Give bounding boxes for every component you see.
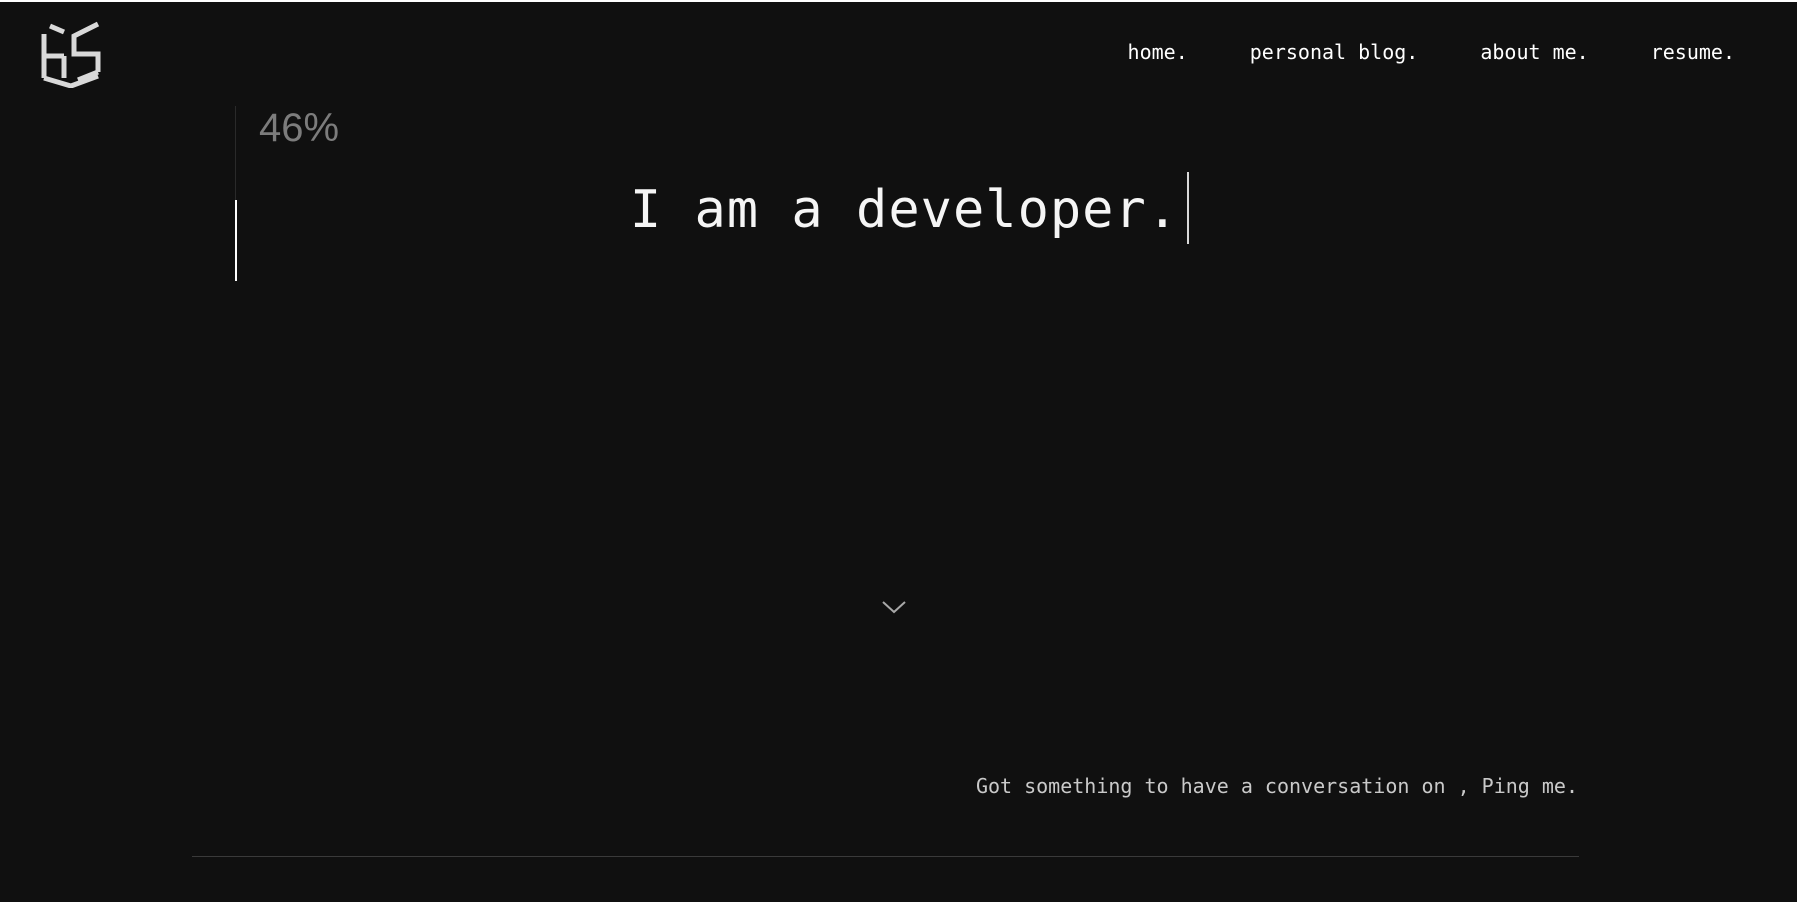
- contact-prefix: Got something to have a conversation on …: [975, 774, 1482, 798]
- hs-logo-icon[interactable]: [40, 20, 102, 88]
- hero-headline: I am a developer.: [0, 168, 1797, 252]
- hero-text: I am a developer.: [629, 180, 1180, 240]
- footer-divider: [192, 856, 1579, 857]
- contact-line: Got something to have a conversation on …: [976, 772, 1578, 800]
- chevron-down-icon[interactable]: [881, 598, 907, 616]
- typing-caret: [1187, 172, 1190, 244]
- nav-personal-blog[interactable]: personal blog.: [1250, 38, 1419, 66]
- nav-resume[interactable]: resume.: [1651, 38, 1735, 66]
- ping-me-link[interactable]: Ping me.: [1482, 774, 1578, 798]
- progress-percentage: 46%: [259, 106, 340, 150]
- main-nav: home. personal blog. about me. resume.: [1128, 38, 1735, 66]
- top-border: [0, 0, 1797, 2]
- nav-about-me[interactable]: about me.: [1480, 38, 1588, 66]
- nav-home[interactable]: home.: [1128, 38, 1188, 66]
